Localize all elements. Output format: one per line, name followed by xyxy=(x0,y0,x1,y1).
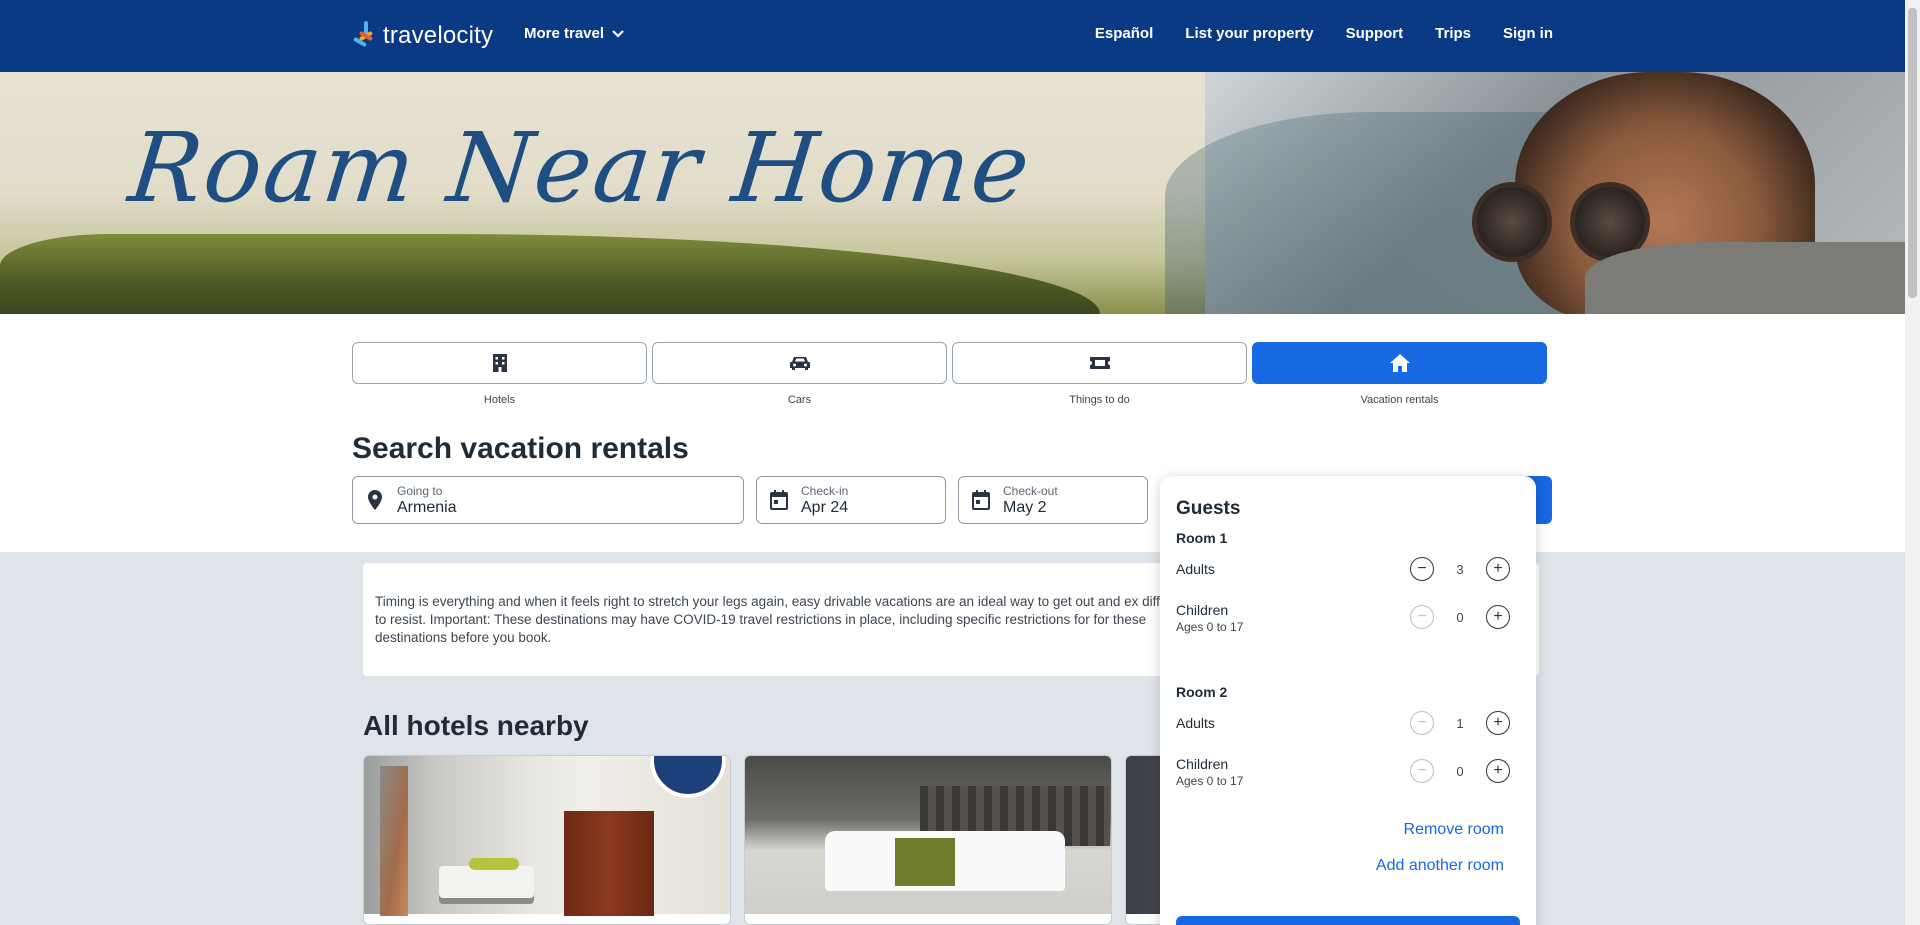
more-travel-label: More travel xyxy=(524,25,605,42)
add-another-room-link[interactable]: Add another room xyxy=(1376,857,1504,875)
room-2-children-stepper: − 0 + xyxy=(1410,758,1510,784)
check-out-value: May 2 xyxy=(1003,498,1047,516)
search-panel: Hotels Cars Things to do Vacation rental… xyxy=(0,314,1905,552)
calendar-icon xyxy=(769,490,789,510)
hotel-card[interactable] xyxy=(744,755,1112,925)
tab-cars-button[interactable] xyxy=(652,342,947,384)
check-in-field[interactable]: Check-in Apr 24 xyxy=(756,476,946,524)
tab-vacation-rentals-button[interactable] xyxy=(1252,342,1547,384)
going-to-field[interactable]: Going to Armenia xyxy=(352,476,744,524)
check-out-label: Check-out xyxy=(1003,483,1058,498)
tab-vacation-rentals[interactable]: Vacation rentals xyxy=(1252,342,1547,406)
hotel-image xyxy=(364,756,730,916)
decrease-icon[interactable]: − xyxy=(1410,557,1434,581)
house-icon xyxy=(1389,354,1410,372)
room-2-adults-label: Adults xyxy=(1176,715,1215,731)
room-1-adults-value: 3 xyxy=(1456,561,1464,577)
check-out-field[interactable]: Check-out May 2 xyxy=(958,476,1148,524)
going-to-value: Armenia xyxy=(397,498,457,516)
room-2-adults-stepper: − 1 + xyxy=(1410,710,1510,736)
nav-list-your-property[interactable]: List your property xyxy=(1185,25,1313,42)
room-2-children-value: 0 xyxy=(1456,763,1464,779)
guests-popover: Guests Room 1 Adults − 3 + Children Ages… xyxy=(1160,476,1536,925)
increase-icon[interactable]: + xyxy=(1486,759,1510,783)
check-in-value: Apr 24 xyxy=(801,498,849,516)
decrease-icon[interactable]: − xyxy=(1410,605,1434,629)
room-2-adults-value: 1 xyxy=(1456,715,1464,731)
hero-scarf xyxy=(1585,242,1905,314)
chevron-down-icon xyxy=(612,29,624,38)
going-to-label: Going to xyxy=(397,483,443,498)
nav-trips[interactable]: Trips xyxy=(1435,25,1471,42)
hotel-image xyxy=(745,756,1111,914)
room-2-title: Room 2 xyxy=(1176,684,1228,700)
room-1-children-value: 0 xyxy=(1456,609,1464,625)
tab-things-to-do[interactable]: Things to do xyxy=(952,342,1247,406)
nav-sign-in[interactable]: Sign in xyxy=(1503,25,1553,42)
room-1-children-sub: Ages 0 to 17 xyxy=(1176,620,1244,634)
logo-text: travelocity xyxy=(383,22,494,49)
tab-hotels-label: Hotels xyxy=(483,394,516,406)
room-1-adults-label: Adults xyxy=(1176,561,1215,577)
more-travel-menu[interactable]: More travel xyxy=(524,25,624,42)
page-scrollbar[interactable] xyxy=(1905,0,1920,925)
hotel-icon xyxy=(492,354,507,372)
room-2-children-sub: Ages 0 to 17 xyxy=(1176,774,1244,788)
tab-hotels[interactable]: Hotels xyxy=(352,342,647,406)
tab-hotels-button[interactable] xyxy=(352,342,647,384)
remove-room-link[interactable]: Remove room xyxy=(1404,821,1504,839)
car-icon xyxy=(789,357,810,370)
header-nav: Español List your property Support Trips… xyxy=(1095,25,1553,42)
intro-text: Timing is everything and when it feels r… xyxy=(375,594,1184,645)
tab-cars[interactable]: Cars xyxy=(652,342,947,406)
lob-tabs: Hotels Cars Things to do Vacation rental… xyxy=(352,342,1547,406)
room-1-children-stepper: − 0 + xyxy=(1410,604,1510,630)
room-1-title: Room 1 xyxy=(1176,530,1228,546)
hero-title: Roam Near Home xyxy=(124,112,1037,224)
tab-cars-label: Cars xyxy=(787,394,812,406)
top-navigation-bar: travelocity More travel Español List you… xyxy=(0,0,1905,72)
section-title: All hotels nearby xyxy=(363,710,589,741)
hero-sunglasses xyxy=(1472,182,1650,262)
increase-icon[interactable]: + xyxy=(1486,605,1510,629)
nav-support[interactable]: Support xyxy=(1346,25,1404,42)
tab-things-to-do-label: Things to do xyxy=(1069,394,1130,406)
search-title: Search vacation rentals xyxy=(352,432,689,465)
room-1-adults-stepper: − 3 + xyxy=(1410,556,1510,582)
nav-espanol[interactable]: Español xyxy=(1095,25,1153,42)
increase-icon[interactable]: + xyxy=(1486,557,1510,581)
location-pin-icon xyxy=(365,490,385,510)
travelocity-logo[interactable]: travelocity xyxy=(352,18,493,54)
hero-banner: Roam Near Home xyxy=(0,72,1905,314)
tab-things-to-do-button[interactable] xyxy=(952,342,1247,384)
check-in-label: Check-in xyxy=(801,483,849,498)
decrease-icon[interactable]: − xyxy=(1410,711,1434,735)
increase-icon[interactable]: + xyxy=(1486,711,1510,735)
hero-hills xyxy=(0,234,1100,314)
room-1-children-label: Children xyxy=(1176,602,1229,618)
logo-star-icon xyxy=(352,21,380,51)
calendar-icon xyxy=(971,490,991,510)
ticket-icon xyxy=(1089,357,1110,369)
guests-title: Guests xyxy=(1176,498,1241,519)
decrease-icon[interactable]: − xyxy=(1410,759,1434,783)
hotel-card[interactable] xyxy=(363,755,731,925)
room-2-children-label: Children xyxy=(1176,756,1229,772)
certification-badge-icon xyxy=(650,756,726,798)
tab-vacation-rentals-label: Vacation rentals xyxy=(1360,394,1439,406)
scrollbar-thumb[interactable] xyxy=(1908,8,1917,298)
done-button[interactable] xyxy=(1176,916,1520,925)
